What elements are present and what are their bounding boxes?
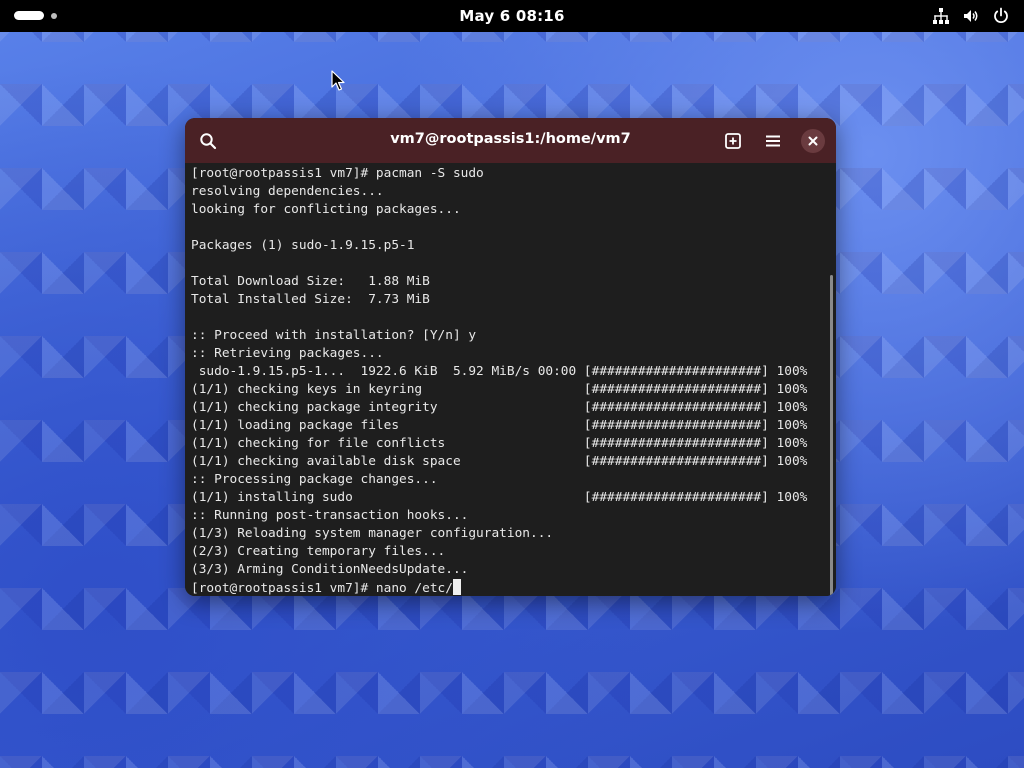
terminal-line: resolving dependencies... xyxy=(191,184,384,199)
hamburger-menu-icon xyxy=(766,135,780,147)
terminal-window[interactable]: vm7@rootpassis1:/home/vm7 [root@rootpass… xyxy=(185,118,836,596)
terminal-line: Total Download Size: 1.88 MiB xyxy=(191,274,430,289)
terminal-scrollbar[interactable] xyxy=(830,275,833,596)
terminal-headerbar[interactable]: vm7@rootpassis1:/home/vm7 xyxy=(185,118,836,163)
desktop: { "topbar": { "clock": "May 6 08:16", "t… xyxy=(0,0,1024,768)
terminal-line: (1/1) installing sudo [#################… xyxy=(191,490,808,505)
terminal-line: (3/3) Arming ConditionNeedsUpdate... xyxy=(191,562,469,577)
close-window-button[interactable] xyxy=(801,129,825,153)
workspace-indicator[interactable] xyxy=(51,12,57,19)
terminal-line: :: Running post-transaction hooks... xyxy=(191,508,469,523)
terminal-line: Total Installed Size: 7.73 MiB xyxy=(191,292,430,307)
terminal-line: (1/1) checking for file conflicts [#####… xyxy=(191,436,808,451)
terminal-line: :: Proceed with installation? [Y/n] y xyxy=(191,328,477,343)
close-icon xyxy=(808,136,818,146)
system-tray[interactable] xyxy=(932,7,1010,25)
terminal-line: (1/1) checking keys in keyring [########… xyxy=(191,382,808,397)
terminal-prompt-text: [root@rootpassis1 vm7]# nano /etc/ xyxy=(191,581,453,596)
search-button[interactable] xyxy=(193,126,223,156)
terminal-line: :: Retrieving packages... xyxy=(191,346,384,361)
network-icon[interactable] xyxy=(932,7,950,25)
terminal-line: [root@rootpassis1 vm7]# pacman -S sudo xyxy=(191,166,484,181)
terminal-line: Packages (1) sudo-1.9.15.p5-1 xyxy=(191,238,415,253)
window-title: vm7@rootpassis1:/home/vm7 xyxy=(390,131,631,147)
mouse-pointer-icon xyxy=(331,70,345,91)
terminal-prompt-line[interactable]: [root@rootpassis1 vm7]# nano /etc/ xyxy=(191,579,831,596)
terminal-line: :: Processing package changes... xyxy=(191,472,438,487)
terminal-line: (1/1) checking available disk space [###… xyxy=(191,454,808,469)
terminal-line: (1/1) loading package files [###########… xyxy=(191,418,808,433)
workspace-indicator-active[interactable] xyxy=(14,11,44,20)
clock-label[interactable]: May 6 08:16 xyxy=(459,7,564,25)
activities-button[interactable] xyxy=(14,11,57,20)
top-bar: May 6 08:16 xyxy=(0,0,1024,32)
search-icon xyxy=(200,133,217,150)
main-menu-button[interactable] xyxy=(758,126,788,156)
power-icon[interactable] xyxy=(992,7,1010,25)
terminal-line: looking for conflicting packages... xyxy=(191,202,461,217)
new-tab-icon xyxy=(725,133,741,149)
text-cursor xyxy=(452,579,461,595)
terminal-line: sudo-1.9.15.p5-1... 1922.6 KiB 5.92 MiB/… xyxy=(191,364,808,379)
volume-icon[interactable] xyxy=(962,7,980,25)
terminal-line: (1/1) checking package integrity [######… xyxy=(191,400,808,415)
terminal-text[interactable]: [root@rootpassis1 vm7]# pacman -S sudo re… xyxy=(191,165,831,596)
clock: May 6 08:16 xyxy=(0,7,1024,25)
terminal-line: (1/3) Reloading system manager configura… xyxy=(191,526,554,541)
terminal-output[interactable]: [root@rootpassis1 vm7]# pacman -S sudo re… xyxy=(185,163,836,596)
new-tab-button[interactable] xyxy=(718,126,748,156)
terminal-line: (2/3) Creating temporary files... xyxy=(191,544,446,559)
